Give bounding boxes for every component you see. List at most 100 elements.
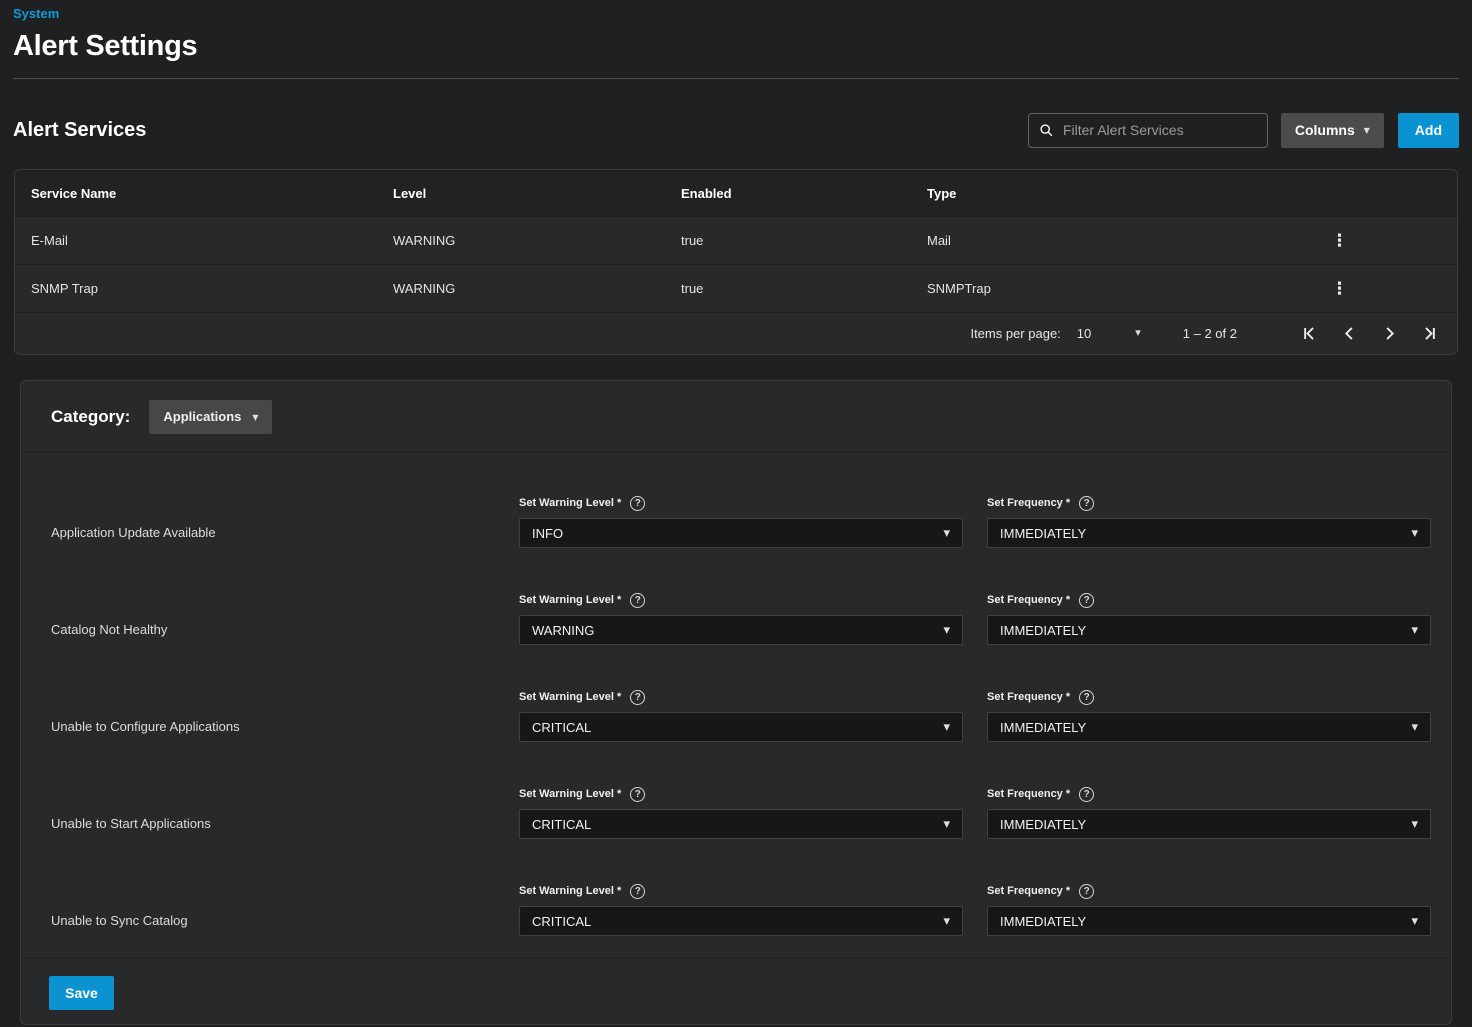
frequency-select[interactable]: IMMEDIATELY ▾: [987, 518, 1431, 548]
header-divider: [13, 78, 1459, 79]
warning-level-field: Set Warning Level * ? CRITICAL ▾: [519, 884, 963, 936]
warning-level-label: Set Warning Level *: [519, 788, 621, 800]
pager: [1281, 322, 1441, 346]
table-row[interactable]: E-Mail WARNING true Mail ⋮: [15, 216, 1457, 264]
items-per-page-label: Items per page:: [970, 326, 1060, 341]
save-button[interactable]: Save: [49, 976, 114, 1010]
warning-level-value: INFO: [532, 526, 563, 541]
columns-button[interactable]: Columns ▾: [1281, 113, 1384, 148]
add-button[interactable]: Add: [1398, 113, 1459, 148]
column-header-level: Level: [377, 186, 665, 201]
save-button-label: Save: [65, 985, 98, 1001]
service-name-cell: E-Mail: [15, 233, 377, 248]
row-menu-icon[interactable]: ⋮: [1331, 231, 1348, 250]
frequency-value: IMMEDIATELY: [1000, 817, 1086, 832]
column-header-type: Type: [911, 186, 1287, 201]
enabled-cell: true: [665, 281, 911, 296]
help-icon[interactable]: ?: [630, 496, 645, 511]
alert-services-header: Alert Services Columns ▾ Add: [13, 112, 1459, 148]
table-footer: Items per page: 10 ▾ 1 – 2 of 2: [15, 312, 1457, 354]
alert-name-label: Unable to Start Applications: [51, 787, 519, 839]
level-cell: WARNING: [377, 233, 665, 248]
previous-page-button[interactable]: [1337, 322, 1361, 346]
warning-level-value: CRITICAL: [532, 720, 591, 735]
pagination-range: 1 – 2 of 2: [1183, 326, 1237, 341]
warning-level-value: WARNING: [532, 623, 594, 638]
frequency-select[interactable]: IMMEDIATELY ▾: [987, 809, 1431, 839]
help-icon[interactable]: ?: [1079, 690, 1094, 705]
filter-alert-services-input[interactable]: [1063, 122, 1257, 138]
chevron-down-icon: ▾: [1411, 816, 1418, 832]
alert-services-table-body: E-Mail WARNING true Mail ⋮ SNMP Trap WAR…: [15, 216, 1457, 312]
warning-level-label: Set Warning Level *: [519, 497, 621, 509]
warning-level-field: Set Warning Level * ? WARNING ▾: [519, 593, 963, 645]
warning-level-label: Set Warning Level *: [519, 691, 621, 703]
table-row[interactable]: SNMP Trap WARNING true SNMPTrap ⋮: [15, 264, 1457, 312]
search-icon: [1039, 122, 1054, 139]
chevron-down-icon: ▾: [943, 913, 950, 929]
category-form-rows: Application Update Available Set Warning…: [21, 453, 1451, 958]
warning-level-select[interactable]: WARNING ▾: [519, 615, 963, 645]
frequency-value: IMMEDIATELY: [1000, 623, 1086, 638]
alert-setting-row: Catalog Not Healthy Set Warning Level * …: [21, 593, 1451, 645]
breadcrumb[interactable]: System: [13, 6, 59, 21]
alert-services-actions: Columns ▾ Add: [1028, 113, 1459, 148]
frequency-value: IMMEDIATELY: [1000, 526, 1086, 541]
alert-setting-row: Application Update Available Set Warning…: [21, 496, 1451, 548]
page-header: System Alert Settings: [0, 0, 1472, 63]
frequency-label: Set Frequency *: [987, 691, 1070, 703]
row-actions-cell: ⋮: [1287, 231, 1457, 251]
row-menu-icon[interactable]: ⋮: [1331, 279, 1348, 298]
filter-box: [1028, 113, 1268, 148]
frequency-label: Set Frequency *: [987, 497, 1070, 509]
category-select[interactable]: Applications ▾: [149, 400, 272, 434]
frequency-select[interactable]: IMMEDIATELY ▾: [987, 615, 1431, 645]
next-page-button[interactable]: [1377, 322, 1401, 346]
chevron-down-icon: ▾: [943, 816, 950, 832]
warning-level-label: Set Warning Level *: [519, 594, 621, 606]
columns-button-label: Columns: [1295, 122, 1355, 138]
help-icon[interactable]: ?: [630, 593, 645, 608]
alert-name-label: Catalog Not Healthy: [51, 593, 519, 645]
warning-level-field: Set Warning Level * ? INFO ▾: [519, 496, 963, 548]
alert-name-label: Unable to Sync Catalog: [51, 884, 519, 936]
category-label: Category:: [51, 407, 130, 427]
chevron-down-icon: ▾: [943, 525, 950, 541]
help-icon[interactable]: ?: [1079, 787, 1094, 802]
frequency-field: Set Frequency * ? IMMEDIATELY ▾: [987, 787, 1431, 839]
alert-settings-page: System Alert Settings Alert Services Col…: [0, 0, 1472, 1027]
level-cell: WARNING: [377, 281, 665, 296]
category-select-value: Applications: [163, 409, 241, 424]
first-page-button[interactable]: [1297, 322, 1321, 346]
category-form-card: Category: Applications ▾ Application Upd…: [20, 380, 1452, 1025]
alert-setting-row: Unable to Configure Applications Set War…: [21, 690, 1451, 742]
warning-level-field: Set Warning Level * ? CRITICAL ▾: [519, 690, 963, 742]
warning-level-select[interactable]: CRITICAL ▾: [519, 712, 963, 742]
help-icon[interactable]: ?: [1079, 496, 1094, 511]
frequency-select[interactable]: IMMEDIATELY ▾: [987, 712, 1431, 742]
help-icon[interactable]: ?: [1079, 593, 1094, 608]
category-bar: Category: Applications ▾: [21, 381, 1451, 453]
frequency-label: Set Frequency *: [987, 594, 1070, 606]
frequency-field: Set Frequency * ? IMMEDIATELY ▾: [987, 884, 1431, 936]
help-icon[interactable]: ?: [630, 690, 645, 705]
items-per-page-select[interactable]: 10 ▾: [1077, 326, 1141, 341]
warning-level-select[interactable]: CRITICAL ▾: [519, 809, 963, 839]
alert-name-label: Unable to Configure Applications: [51, 690, 519, 742]
chevron-right-icon: [1380, 324, 1399, 343]
warning-level-field: Set Warning Level * ? CRITICAL ▾: [519, 787, 963, 839]
help-icon[interactable]: ?: [630, 787, 645, 802]
chevron-down-icon: ▾: [252, 411, 258, 423]
warning-level-select[interactable]: CRITICAL ▾: [519, 906, 963, 936]
first-page-icon: [1300, 324, 1319, 343]
alert-name-label: Application Update Available: [51, 496, 519, 548]
warning-level-label: Set Warning Level *: [519, 885, 621, 897]
frequency-select[interactable]: IMMEDIATELY ▾: [987, 906, 1431, 936]
help-icon[interactable]: ?: [1079, 884, 1094, 899]
chevron-down-icon: ▾: [1411, 913, 1418, 929]
frequency-field: Set Frequency * ? IMMEDIATELY ▾: [987, 593, 1431, 645]
warning-level-select[interactable]: INFO ▾: [519, 518, 963, 548]
type-cell: SNMPTrap: [911, 281, 1287, 296]
last-page-button[interactable]: [1417, 322, 1441, 346]
help-icon[interactable]: ?: [630, 884, 645, 899]
